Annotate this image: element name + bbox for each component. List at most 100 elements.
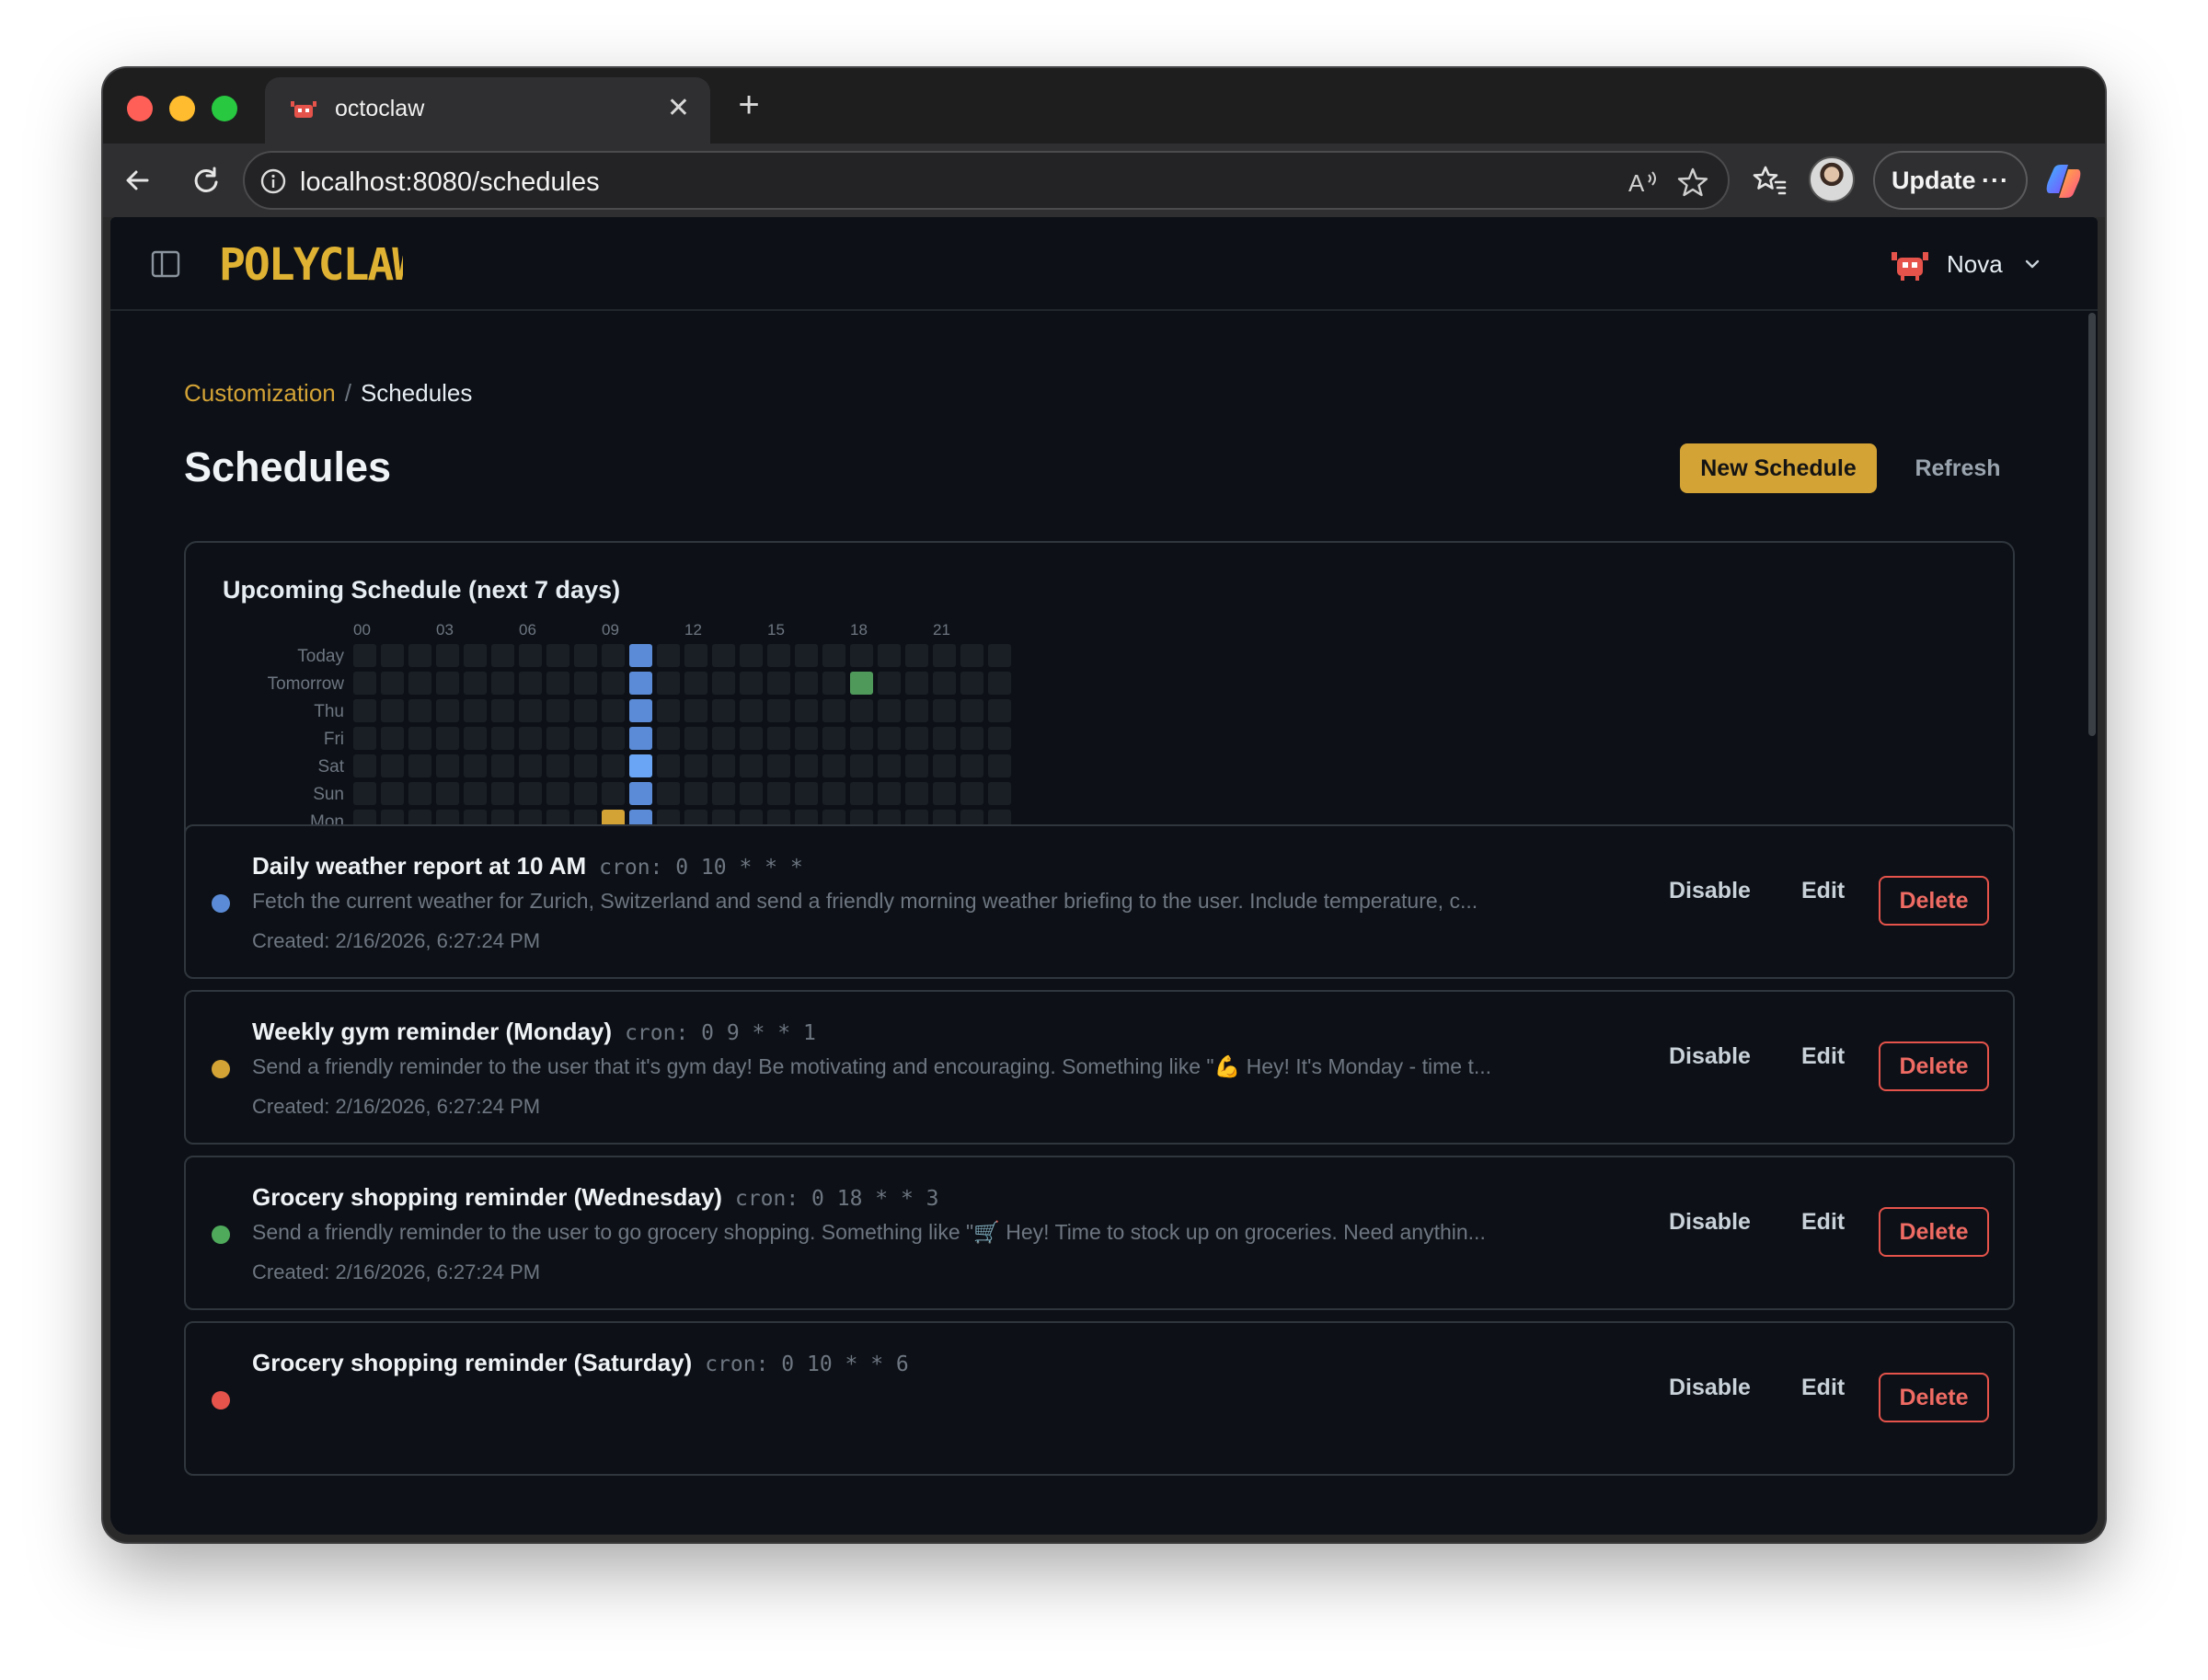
- delete-button[interactable]: Delete: [1879, 1373, 1989, 1422]
- heatmap-cell: [657, 754, 680, 777]
- heatmap-cell: [822, 727, 845, 750]
- heatmap-cell: [381, 672, 404, 695]
- heatmap-cell: [767, 727, 790, 750]
- new-tab-icon[interactable]: +: [729, 85, 769, 125]
- back-arrow-icon[interactable]: [118, 160, 158, 201]
- heatmap-cell: [436, 782, 459, 805]
- heatmap-cell: [491, 782, 514, 805]
- address-bar[interactable]: localhost:8080/schedules A: [243, 151, 1730, 210]
- schedule-title: Grocery shopping reminder (Saturday) cron…: [252, 1349, 909, 1377]
- status-dot: [212, 1225, 230, 1244]
- edit-button[interactable]: Edit: [1801, 878, 1845, 904]
- url-text[interactable]: localhost:8080/schedules: [300, 167, 600, 198]
- delete-button[interactable]: Delete: [1879, 876, 1989, 926]
- heatmap-cell: [712, 644, 735, 667]
- minimize-window-button[interactable]: [169, 96, 195, 121]
- chevron-down-icon[interactable]: [2022, 254, 2042, 274]
- svg-text:POLYCLAW: POLYCLAW: [219, 239, 403, 289]
- breadcrumb-customization-link[interactable]: Customization: [184, 379, 336, 407]
- browser-tab[interactable]: octoclaw ✕: [265, 77, 710, 144]
- refresh-button[interactable]: Refresh: [1899, 443, 2017, 493]
- sidebar-toggle-icon[interactable]: [151, 250, 180, 278]
- heatmap-cell: [878, 727, 901, 750]
- address-toolbar: localhost:8080/schedules A Update ···: [103, 144, 2105, 217]
- agent-name[interactable]: Nova: [1947, 250, 2003, 279]
- heatmap-cell: [381, 644, 404, 667]
- copilot-icon[interactable]: [2042, 160, 2085, 202]
- heatmap-cell: [574, 644, 597, 667]
- disable-button[interactable]: Disable: [1669, 1043, 1751, 1070]
- disable-button[interactable]: Disable: [1669, 1209, 1751, 1236]
- heatmap-cell: [408, 672, 431, 695]
- agent-crab-icon[interactable]: [1892, 248, 1928, 282]
- heatmap-cell: [657, 672, 680, 695]
- day-label: Thu: [314, 702, 344, 721]
- heatmap-cell: [353, 644, 376, 667]
- heatmap-cell: [408, 782, 431, 805]
- page-scrollbar[interactable]: [2088, 313, 2096, 736]
- heatmap-cell: [878, 644, 901, 667]
- polyclaw-logo[interactable]: POLYCLAW: [219, 239, 403, 289]
- schedule-title: Weekly gym reminder (Monday) cron: 0 9 * …: [252, 1018, 816, 1046]
- heatmap-cell: [822, 754, 845, 777]
- edit-button[interactable]: Edit: [1801, 1375, 1845, 1401]
- heatmap-cell: [546, 727, 569, 750]
- heatmap-cell: [519, 699, 542, 722]
- site-info-icon[interactable]: [259, 167, 287, 195]
- disable-button[interactable]: Disable: [1669, 878, 1751, 904]
- heatmap-cell: [740, 672, 763, 695]
- heatmap-cell: [353, 782, 376, 805]
- heatmap-cell: [464, 644, 487, 667]
- heatmap-cell: [408, 754, 431, 777]
- disable-button[interactable]: Disable: [1669, 1375, 1751, 1401]
- heatmap-cell: [850, 644, 873, 667]
- breadcrumb-current: Schedules: [360, 379, 473, 407]
- heatmap-cell: [436, 699, 459, 722]
- heatmap-cell: [464, 672, 487, 695]
- heatmap-cell: [795, 672, 818, 695]
- heatmap-cell: [740, 644, 763, 667]
- heatmap-cell: [602, 754, 625, 777]
- heatmap-cell: [795, 754, 818, 777]
- reload-icon[interactable]: [186, 160, 226, 201]
- close-window-button[interactable]: [127, 96, 153, 121]
- edit-button[interactable]: Edit: [1801, 1209, 1845, 1236]
- heatmap-cell: [684, 672, 707, 695]
- schedule-name: Daily weather report at 10 AM: [252, 852, 587, 880]
- svg-text:A: A: [1628, 169, 1645, 197]
- delete-button[interactable]: Delete: [1879, 1041, 1989, 1091]
- new-schedule-button[interactable]: New Schedule: [1680, 443, 1877, 493]
- heatmap-cell: [878, 754, 901, 777]
- maximize-window-button[interactable]: [212, 96, 237, 121]
- heatmap-cell: [491, 672, 514, 695]
- heatmap-cell: [408, 644, 431, 667]
- schedule-description: Send a friendly reminder to the user to …: [252, 1220, 1486, 1244]
- heatmap-cell: [491, 727, 514, 750]
- update-button[interactable]: Update ···: [1873, 151, 2028, 210]
- heatmap-cell: [988, 727, 1011, 750]
- edit-button[interactable]: Edit: [1801, 1043, 1845, 1070]
- cron-expression: cron: 0 9 * * 1: [625, 1021, 816, 1045]
- favorites-icon[interactable]: [1750, 160, 1790, 201]
- heatmap-cell: [740, 727, 763, 750]
- favorite-star-icon[interactable]: [1676, 166, 1709, 199]
- heatmap-cell: [822, 644, 845, 667]
- heatmap-event: [629, 782, 652, 805]
- tab-close-icon[interactable]: ✕: [667, 92, 690, 125]
- schedule-row: Daily weather report at 10 AM cron: 0 10 …: [184, 824, 2015, 979]
- heatmap-cell: [381, 782, 404, 805]
- heatmap-cell: [712, 782, 735, 805]
- heatmap-cell: [353, 754, 376, 777]
- read-aloud-icon[interactable]: A: [1627, 166, 1660, 199]
- heatmap-cell: [574, 699, 597, 722]
- heatmap-cell: [602, 727, 625, 750]
- heatmap-cell: [712, 699, 735, 722]
- cron-expression: cron: 0 10 * * 6: [705, 1352, 909, 1376]
- delete-button[interactable]: Delete: [1879, 1207, 1989, 1257]
- breadcrumb-separator: /: [344, 379, 351, 407]
- app-content: POLYCLAW Nova Customization / Schedules Sc…: [110, 217, 2098, 1535]
- profile-avatar[interactable]: [1809, 156, 1855, 202]
- status-dot: [212, 1391, 230, 1410]
- day-label: Fri: [324, 730, 344, 749]
- heatmap-cell: [657, 782, 680, 805]
